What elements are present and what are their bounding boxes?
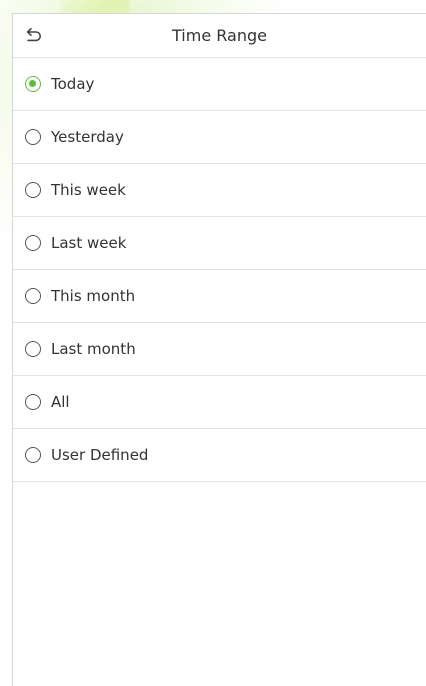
radio-unselected-icon[interactable] [25,447,41,463]
option-label: This week [51,181,126,199]
option-this-week[interactable]: This week [13,164,426,217]
device-screen: Time Range Today Yesterday This week Las… [0,0,426,686]
radio-unselected-icon[interactable] [25,182,41,198]
header-bar: Time Range [13,14,426,58]
option-today[interactable]: Today [13,58,426,111]
option-last-month[interactable]: Last month [13,323,426,376]
option-yesterday[interactable]: Yesterday [13,111,426,164]
radio-unselected-icon[interactable] [25,288,41,304]
option-label: All [51,393,70,411]
time-range-options: Today Yesterday This week Last week This… [13,58,426,482]
option-label: This month [51,287,136,305]
option-all[interactable]: All [13,376,426,429]
option-label: Last week [51,234,127,252]
radio-selected-icon[interactable] [25,76,41,92]
page-title: Time Range [172,26,267,45]
option-last-week[interactable]: Last week [13,217,426,270]
option-label: Today [51,75,95,93]
time-range-panel: Time Range Today Yesterday This week Las… [12,13,426,686]
radio-unselected-icon[interactable] [25,341,41,357]
option-label: User Defined [51,446,149,464]
radio-unselected-icon[interactable] [25,235,41,251]
radio-unselected-icon[interactable] [25,394,41,410]
option-user-defined[interactable]: User Defined [13,429,426,482]
option-this-month[interactable]: This month [13,270,426,323]
option-label: Yesterday [51,128,124,146]
option-label: Last month [51,340,136,358]
radio-unselected-icon[interactable] [25,129,41,145]
